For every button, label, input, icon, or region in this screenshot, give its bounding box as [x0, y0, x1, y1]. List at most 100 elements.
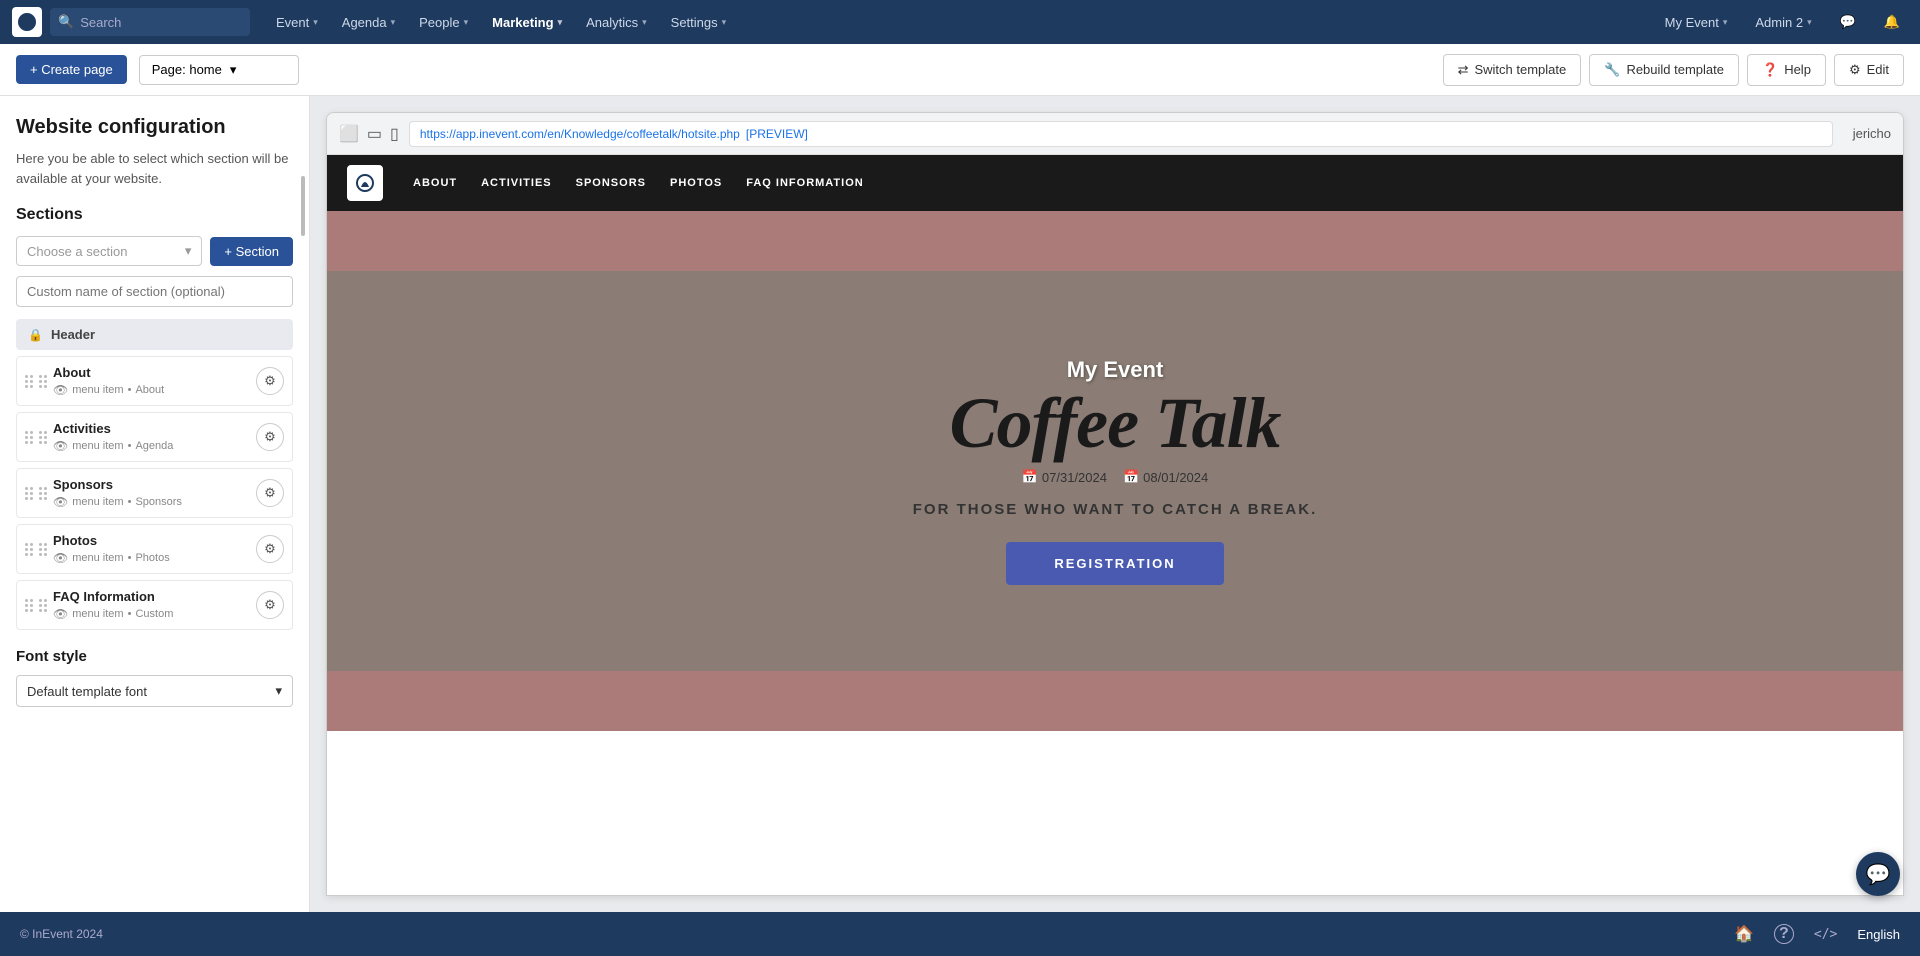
search-icon: 🔍 [58, 14, 74, 30]
section-about-content: About 👁 menu item • About [53, 365, 250, 397]
eye-icon: 👁 [53, 551, 68, 565]
help-button[interactable]: ❓ Help [1747, 54, 1826, 86]
drag-handle-2[interactable] [39, 487, 47, 500]
panel-description: Here you be able to select which section… [16, 149, 293, 188]
tablet-view-icon[interactable]: ▭ [367, 124, 382, 144]
app-logo[interactable] [12, 7, 42, 37]
page-toolbar: + Create page Page: home ▾ ⇄ Switch temp… [0, 44, 1920, 96]
section-faq-name: FAQ Information [53, 589, 250, 604]
help-label: Help [1784, 62, 1811, 77]
header-section-group: 🔒 Header [16, 319, 293, 350]
website-preview: ABOUT ACTIVITIES SPONSORS PHOTOS FAQ INF… [327, 155, 1903, 895]
site-nav-faq[interactable]: FAQ INFORMATION [746, 177, 863, 189]
section-sponsors-name: Sponsors [53, 477, 250, 492]
drag-handle-2[interactable] [39, 543, 47, 556]
admin-name-label: Admin 2 [1755, 15, 1803, 30]
help-icon[interactable]: ? [1774, 924, 1794, 944]
nav-item-analytics[interactable]: Analytics ▾ [576, 11, 657, 34]
create-page-button[interactable]: + Create page [16, 55, 127, 84]
section-photos-content: Photos 👁 menu item • Photos [53, 533, 250, 565]
site-nav-sponsors[interactable]: SPONSORS [576, 177, 646, 189]
drag-handle[interactable] [25, 543, 33, 556]
hero-top-bar [327, 211, 1903, 271]
site-nav-activities[interactable]: ACTIVITIES [481, 177, 552, 189]
hero-content: My Event Coffee Talk 📅 07/31/2024 📅 [893, 317, 1337, 625]
section-about-gear-button[interactable]: ⚙ [256, 367, 284, 395]
drag-handle[interactable] [25, 375, 33, 388]
section-photos-meta: 👁 menu item • Photos [53, 551, 250, 565]
section-faq-gear-button[interactable]: ⚙ [256, 591, 284, 619]
rebuild-template-button[interactable]: 🔧 Rebuild template [1589, 54, 1739, 86]
drag-handle[interactable] [25, 599, 33, 612]
notification-bell[interactable]: 🔔 [1876, 10, 1908, 34]
bell-icon: 🔔 [1884, 14, 1900, 30]
switch-template-button[interactable]: ⇄ Switch template [1443, 54, 1582, 86]
desktop-view-icon[interactable]: ⬜ [339, 124, 359, 144]
drag-handle[interactable] [25, 487, 33, 500]
section-photos-name: Photos [53, 533, 250, 548]
site-nav-photos[interactable]: PHOTOS [670, 177, 722, 189]
chevron-down-icon: ▾ [275, 683, 282, 699]
header-group-label: Header [51, 327, 95, 342]
edit-button[interactable]: ⚙ Edit [1834, 54, 1904, 86]
chevron-down-icon: ▾ [722, 17, 727, 28]
drag-handle-2[interactable] [39, 431, 47, 444]
site-navigation: ABOUT ACTIVITIES SPONSORS PHOTOS FAQ INF… [327, 155, 1903, 211]
custom-name-input[interactable] [16, 276, 293, 307]
nav-items: Event ▾ Agenda ▾ People ▾ Marketing ▾ An… [266, 11, 736, 34]
section-activities-gear-button[interactable]: ⚙ [256, 423, 284, 451]
preview-link[interactable]: [PREVIEW] [746, 127, 808, 141]
hero-register-button[interactable]: REGISTRATION [1006, 542, 1223, 585]
language-selector[interactable]: English [1857, 927, 1900, 942]
hero-title: Coffee Talk [913, 387, 1317, 459]
chat-bubble-button[interactable]: 💬 [1856, 852, 1900, 896]
drag-handle-2[interactable] [39, 375, 47, 388]
chat-icon-button[interactable]: 💬 [1832, 10, 1864, 34]
nav-item-agenda[interactable]: Agenda ▾ [332, 11, 405, 34]
section-sponsors-content: Sponsors 👁 menu item • Sponsors [53, 477, 250, 509]
calendar-icon: 📅 [1022, 469, 1038, 485]
lock-icon: 🔒 [28, 328, 43, 342]
section-about-meta: 👁 menu item • About [53, 383, 250, 397]
switch-icon: ⇄ [1458, 62, 1469, 78]
url-text: https://app.inevent.com/en/Knowledge/cof… [420, 127, 740, 141]
search-box[interactable]: 🔍 Search [50, 8, 250, 36]
hero-section: My Event Coffee Talk 📅 07/31/2024 📅 [327, 211, 1903, 731]
hero-date-start: 📅 07/31/2024 [1022, 469, 1107, 485]
section-faq-content: FAQ Information 👁 menu item • Custom [53, 589, 250, 621]
mobile-view-icon[interactable]: ▯ [390, 124, 399, 144]
admin-selector[interactable]: Admin 2 ▾ [1747, 11, 1819, 34]
choose-section-dropdown[interactable]: Choose a section ▾ [16, 236, 202, 266]
code-icon[interactable]: </> [1814, 927, 1837, 942]
nav-item-settings[interactable]: Settings ▾ [661, 11, 737, 34]
drag-handle-2[interactable] [39, 599, 47, 612]
page-selector-dropdown[interactable]: Page: home ▾ [139, 55, 299, 85]
font-style-dropdown[interactable]: Default template font ▾ [16, 675, 293, 707]
calendar-icon: 📅 [1123, 469, 1139, 485]
section-photos-gear-button[interactable]: ⚙ [256, 535, 284, 563]
switch-template-label: Switch template [1474, 62, 1566, 77]
nav-item-event[interactable]: Event ▾ [266, 11, 328, 34]
section-sponsors-meta: 👁 menu item • Sponsors [53, 495, 250, 509]
home-icon[interactable]: 🏠 [1734, 924, 1754, 944]
event-selector[interactable]: My Event ▾ [1657, 11, 1736, 34]
rebuild-template-label: Rebuild template [1626, 62, 1724, 77]
left-configuration-panel: Website configuration Here you be able t… [0, 96, 310, 912]
section-sponsors-gear-button[interactable]: ⚙ [256, 479, 284, 507]
drag-handle[interactable] [25, 431, 33, 444]
edit-icon: ⚙ [1849, 62, 1861, 78]
hero-bottom-bar [327, 671, 1903, 731]
nav-item-people[interactable]: People ▾ [409, 11, 478, 34]
section-activities-name: Activities [53, 421, 250, 436]
nav-item-marketing[interactable]: Marketing ▾ [482, 11, 572, 34]
copyright-text: © InEvent 2024 [20, 927, 103, 941]
site-nav-about[interactable]: ABOUT [413, 177, 457, 189]
event-name-label: My Event [1665, 15, 1719, 30]
scroll-indicator [301, 176, 305, 236]
create-page-label: + Create page [30, 62, 113, 77]
top-navigation: 🔍 Search Event ▾ Agenda ▾ People ▾ Marke… [0, 0, 1920, 44]
chevron-down-icon: ▾ [642, 17, 647, 28]
hero-event-name: My Event [913, 357, 1317, 383]
add-section-button[interactable]: + Section [210, 237, 293, 266]
browser-chrome: ⬜ ▭ ▯ https://app.inevent.com/en/Knowled… [326, 112, 1904, 896]
